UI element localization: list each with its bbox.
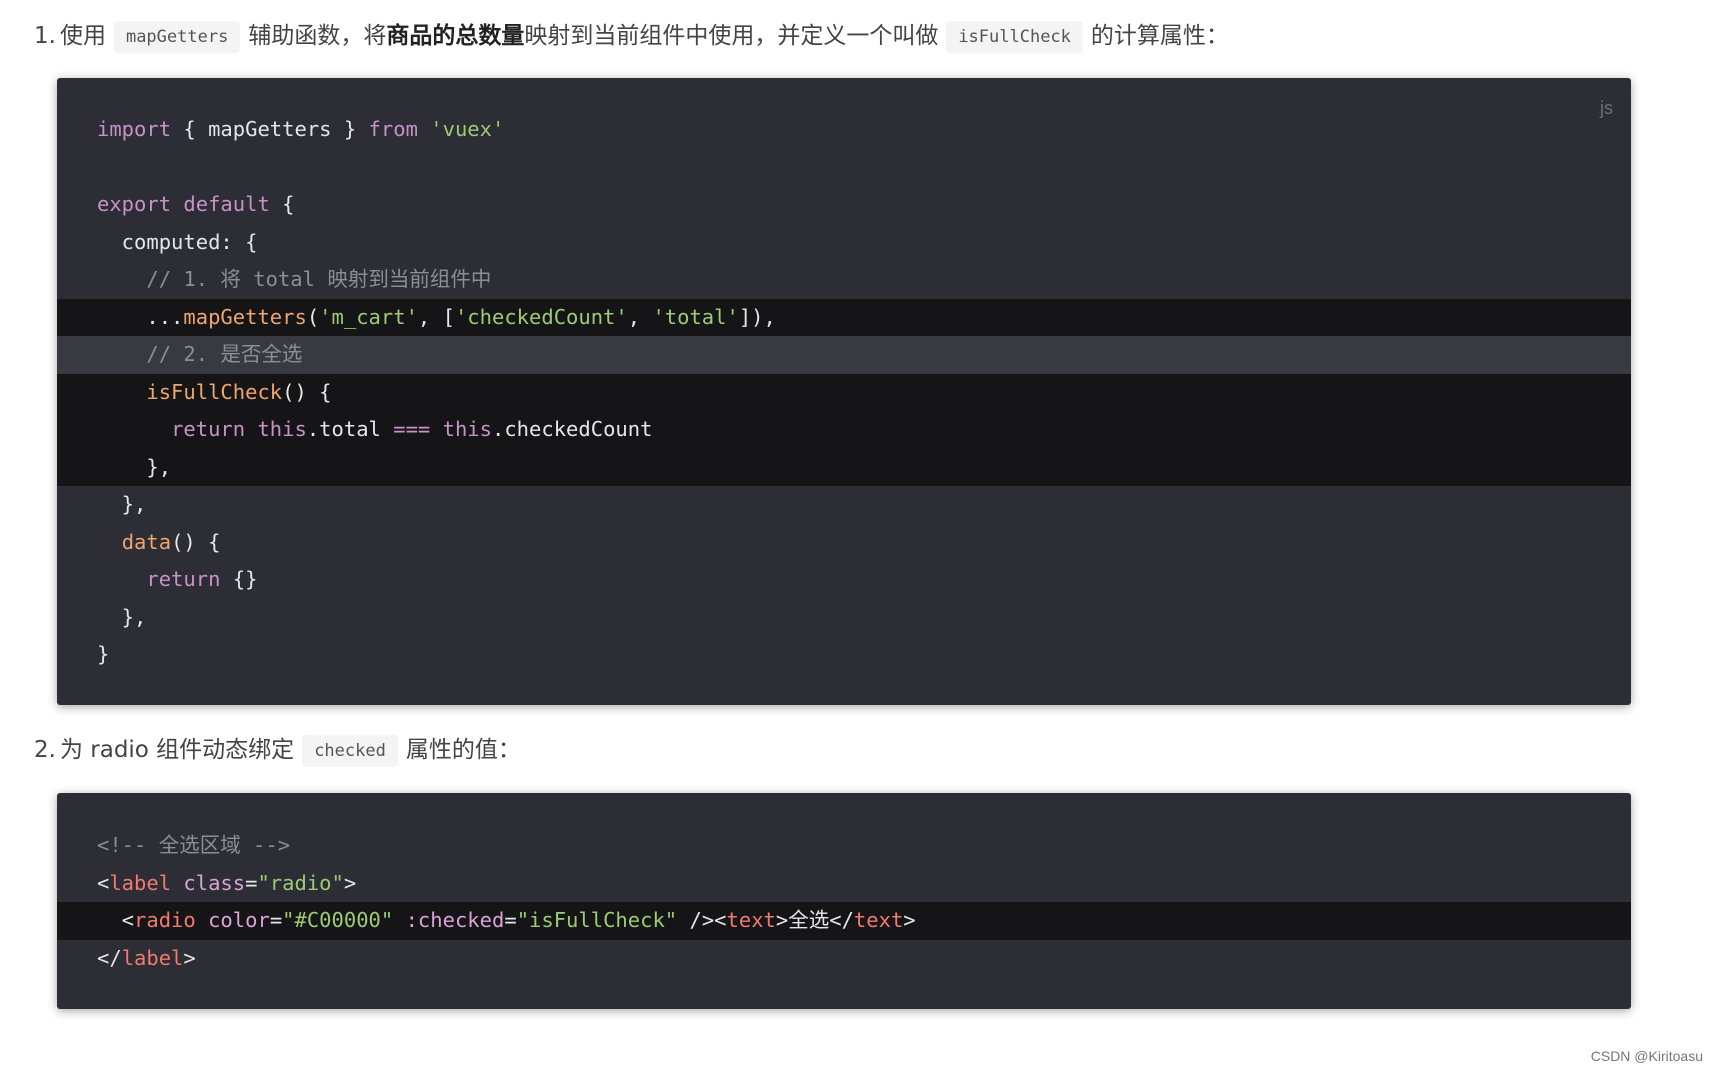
step-text: 使用: [59, 23, 106, 49]
step-text: 映射到当前组件中使用，并定义一个叫做: [524, 23, 939, 49]
code-line: import { mapGetters } from 'vuex': [97, 117, 505, 141]
code-block-js[interactable]: js import { mapGetters } from 'vuex' exp…: [57, 78, 1631, 705]
code-line-highlighted: },: [57, 448, 1631, 486]
code-line: </label>: [97, 945, 196, 970]
code-line: data() {: [121, 529, 221, 554]
step-text: 辅助函数，将: [248, 23, 387, 49]
code-line-comment: // 2. 是否全选: [57, 336, 1631, 374]
code-line: computed: {: [97, 229, 258, 254]
code-line: }: [97, 642, 110, 666]
bold-text: 商品的总数量: [386, 23, 525, 49]
step-2-text: 2. 为 radio 组件动态绑定 checked 属性的值：: [34, 732, 521, 768]
code-line: },: [97, 492, 147, 516]
inline-code-checked: checked: [302, 735, 398, 767]
code-line: return {}: [146, 567, 258, 591]
code-line-highlighted: return this.total === this.checkedCount: [57, 411, 1631, 449]
code-lines: <!-- 全选区域 --> <label class="radio"> <rad…: [57, 827, 1631, 977]
code-line: },: [97, 604, 147, 629]
step-text: 为 radio 组件动态绑定: [59, 737, 295, 763]
step-1-text: 1. 使用 mapGetters 辅助函数，将商品的总数量映射到当前组件中使用，并定义…: [34, 18, 1229, 54]
code-line-comment: <!-- 全选区域 -->: [97, 833, 291, 857]
code-line-highlighted: isFullCheck() {: [57, 373, 1631, 411]
code-line: export default {: [97, 192, 295, 216]
code-line: <label class="radio">: [97, 870, 357, 895]
code-block-html[interactable]: <!-- 全选区域 --> <label class="radio"> <rad…: [57, 793, 1631, 1009]
code-line-comment: // 1. 将 total 映射到当前组件中: [97, 267, 492, 291]
code-lines: import { mapGetters } from 'vuex' export…: [57, 111, 1631, 674]
inline-code-isfullcheck: isFullCheck: [946, 21, 1083, 53]
code-line-highlighted: <radio color="#C00000" :checked="isFullC…: [57, 902, 1631, 940]
step-number: 1.: [34, 23, 56, 49]
code-line-highlighted: ...mapGetters('m_cart', ['checkedCount',…: [57, 298, 1631, 336]
watermark: CSDN @Kiritoasu: [1590, 1048, 1703, 1064]
inline-code-mapgetters: mapGetters: [113, 21, 241, 53]
step-number: 2.: [34, 737, 56, 763]
step-text: 属性的值：: [405, 737, 521, 763]
step-text: 的计算属性：: [1090, 23, 1229, 49]
